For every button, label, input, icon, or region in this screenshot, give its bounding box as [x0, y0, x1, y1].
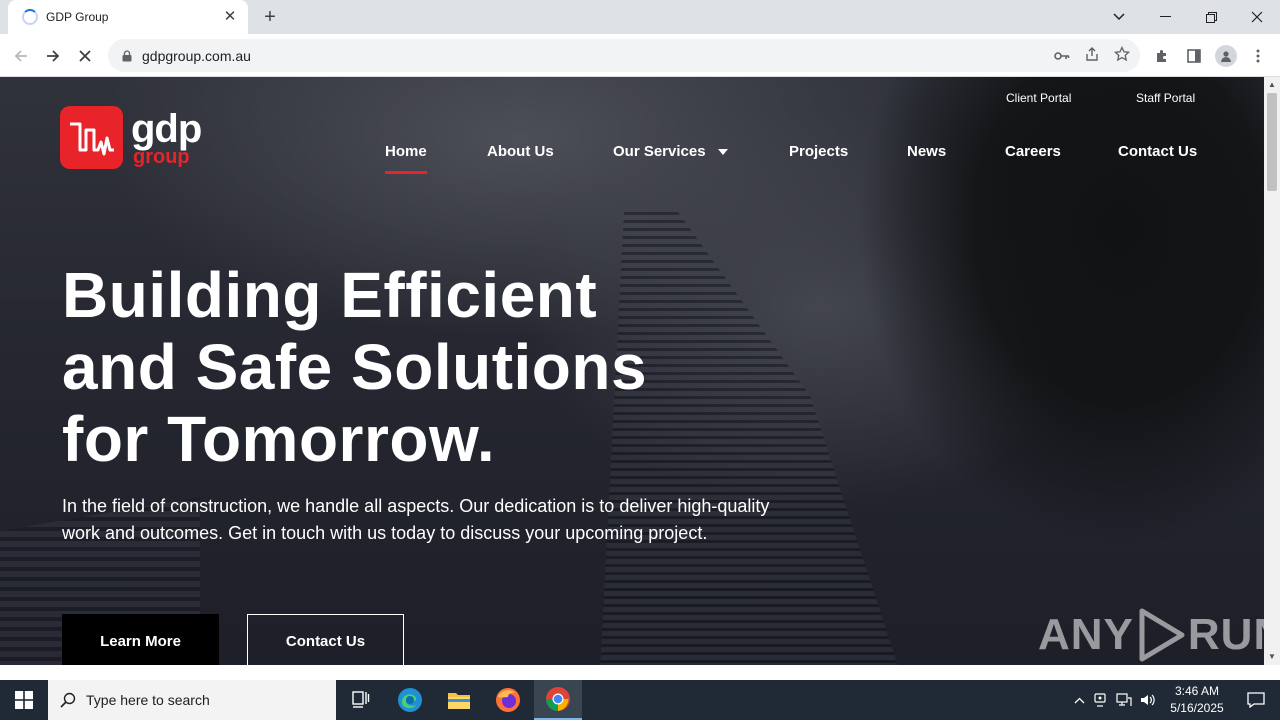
show-hidden-icons-chevron-up-icon[interactable] — [1070, 697, 1088, 704]
search-placeholder: Type here to search — [86, 692, 210, 708]
clock-time: 3:46 AM — [1174, 684, 1220, 698]
side-panel-button[interactable] — [1181, 43, 1207, 69]
hero-headline: Building Efficient and Safe Solutions fo… — [62, 259, 782, 475]
minimize-icon — [1159, 16, 1171, 17]
network-icon[interactable] — [1112, 693, 1136, 707]
hero-subtext: In the field of construction, we handle … — [62, 496, 770, 543]
tab-close-icon[interactable]: ✕ — [222, 9, 238, 25]
minimize-button[interactable] — [1142, 0, 1188, 34]
back-button[interactable] — [8, 43, 34, 69]
nav-about-us[interactable]: About Us — [487, 143, 554, 160]
caret-down-icon — [717, 149, 728, 156]
contact-us-button[interactable]: Contact Us — [247, 614, 404, 665]
firefox-icon — [496, 688, 520, 712]
folder-icon — [448, 693, 470, 709]
arrow-right-icon — [47, 50, 60, 62]
chrome-icon — [546, 687, 570, 711]
address-bar[interactable]: gdpgroup.com.au — [108, 39, 1140, 72]
client-portal-link[interactable]: Client Portal — [1006, 91, 1071, 105]
search-icon — [60, 692, 76, 708]
file-explorer-taskbar-button[interactable] — [435, 680, 483, 720]
volume-icon[interactable] — [1136, 693, 1160, 707]
main-nav: Home About Us Our Services Projects News… — [0, 143, 1264, 174]
chevron-down-icon — [1113, 13, 1125, 21]
taskbar-clock[interactable]: 3:46 AM 5/16/2025 — [1160, 683, 1234, 717]
nav-news[interactable]: News — [907, 143, 946, 160]
nav-home[interactable]: Home — [385, 143, 427, 174]
close-icon — [1251, 11, 1263, 23]
scroll-thumb[interactable] — [1267, 93, 1277, 191]
puzzle-icon — [1157, 50, 1166, 62]
edge-icon — [398, 688, 422, 712]
share-icon[interactable] — [1084, 46, 1100, 65]
new-tab-button[interactable]: + — [258, 5, 282, 29]
browser-tab[interactable]: GDP Group ✕ — [8, 0, 248, 34]
arrow-left-icon — [14, 50, 27, 62]
watermark-run: RUN — [1187, 610, 1264, 659]
windows-taskbar: Type here to search 3:46 AM 5/16/2025 — [0, 680, 1280, 720]
forward-button[interactable] — [40, 43, 66, 69]
watermark-any: ANY — [1038, 610, 1134, 659]
tab-title: GDP Group — [46, 10, 109, 24]
loading-spinner-icon — [22, 9, 38, 25]
browser-toolbar: gdpgroup.com.au — [0, 34, 1280, 77]
nav-our-services-label: Our Services — [613, 143, 706, 160]
nav-projects[interactable]: Projects — [789, 143, 848, 160]
nav-careers[interactable]: Careers — [1005, 143, 1061, 160]
windows-logo-icon — [15, 691, 33, 709]
notifications-button[interactable] — [1232, 680, 1280, 720]
staff-portal-link[interactable]: Staff Portal — [1136, 91, 1195, 105]
system-tray — [1070, 680, 1160, 720]
lock-icon — [120, 49, 134, 63]
restore-button[interactable] — [1188, 0, 1234, 34]
firefox-taskbar-button[interactable] — [484, 680, 532, 720]
start-button[interactable] — [0, 680, 48, 720]
avatar-icon — [1215, 45, 1237, 67]
browser-menu-button[interactable] — [1245, 43, 1271, 69]
meet-now-icon[interactable] — [1088, 693, 1112, 707]
stop-loading-button[interactable] — [72, 43, 98, 69]
page-scrollbar[interactable]: ▲ ▼ — [1264, 77, 1280, 665]
play-triangle-icon — [1139, 608, 1185, 662]
notification-icon — [1247, 692, 1265, 708]
tab-strip: GDP Group ✕ + — [0, 0, 1280, 34]
kebab-menu-icon — [1256, 49, 1260, 63]
side-panel-icon — [1187, 49, 1201, 63]
scroll-down-icon[interactable]: ▼ — [1264, 649, 1280, 665]
headline-line-1: Building Efficient — [62, 259, 598, 331]
scroll-up-icon[interactable]: ▲ — [1264, 77, 1280, 93]
extensions-button[interactable] — [1149, 43, 1175, 69]
restore-icon — [1205, 11, 1217, 23]
headline-line-3: for Tomorrow. — [62, 403, 496, 475]
password-key-icon[interactable] — [1054, 48, 1070, 64]
taskbar-search-box[interactable]: Type here to search — [48, 680, 336, 720]
task-view-button[interactable] — [336, 680, 384, 720]
clock-date: 5/16/2025 — [1170, 701, 1224, 715]
tab-search-button[interactable] — [1096, 0, 1142, 34]
edge-taskbar-button[interactable] — [386, 680, 434, 720]
learn-more-button[interactable]: Learn More — [62, 614, 219, 665]
bookmark-star-icon[interactable] — [1113, 45, 1131, 65]
nav-contact-us[interactable]: Contact Us — [1118, 143, 1197, 160]
headline-line-2: and Safe Solutions — [62, 331, 648, 403]
close-window-button[interactable] — [1234, 0, 1280, 34]
url-text: gdpgroup.com.au — [142, 47, 251, 64]
anyrun-watermark: ANY RUN — [1038, 607, 1264, 663]
profile-button[interactable] — [1213, 43, 1239, 69]
page-viewport: gdp group Client Portal Staff Portal Hom… — [0, 77, 1264, 665]
stop-icon — [79, 50, 91, 62]
task-view-icon — [352, 691, 370, 708]
chrome-taskbar-button[interactable] — [534, 680, 582, 720]
nav-our-services[interactable]: Our Services — [613, 143, 728, 160]
